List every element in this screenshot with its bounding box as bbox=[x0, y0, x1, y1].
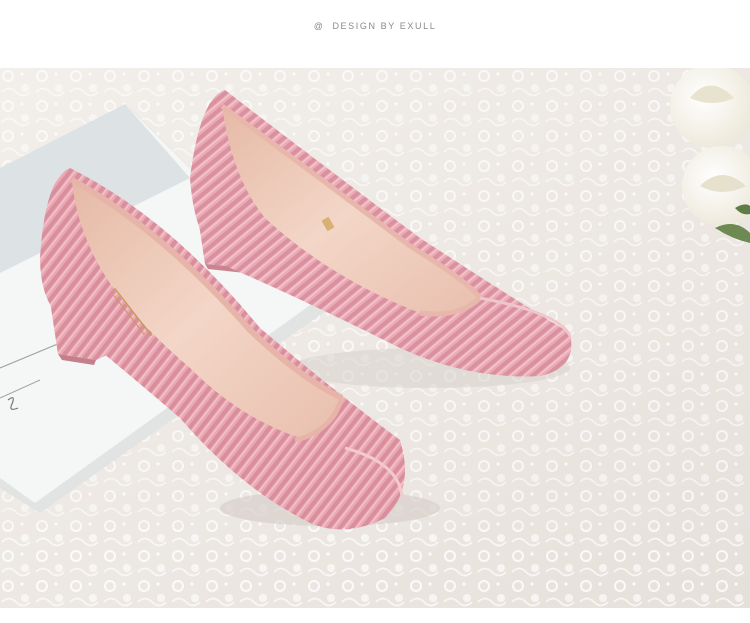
at-symbol: @ bbox=[313, 21, 325, 31]
shoes-illustration bbox=[0, 68, 750, 608]
product-photo bbox=[0, 68, 750, 608]
header-bar: @ DESIGN BY EXULL bbox=[0, 0, 750, 68]
brand-caption: @ DESIGN BY EXULL bbox=[0, 20, 750, 32]
caption-text: DESIGN BY EXULL bbox=[332, 21, 437, 31]
footer-spacer bbox=[0, 608, 750, 623]
